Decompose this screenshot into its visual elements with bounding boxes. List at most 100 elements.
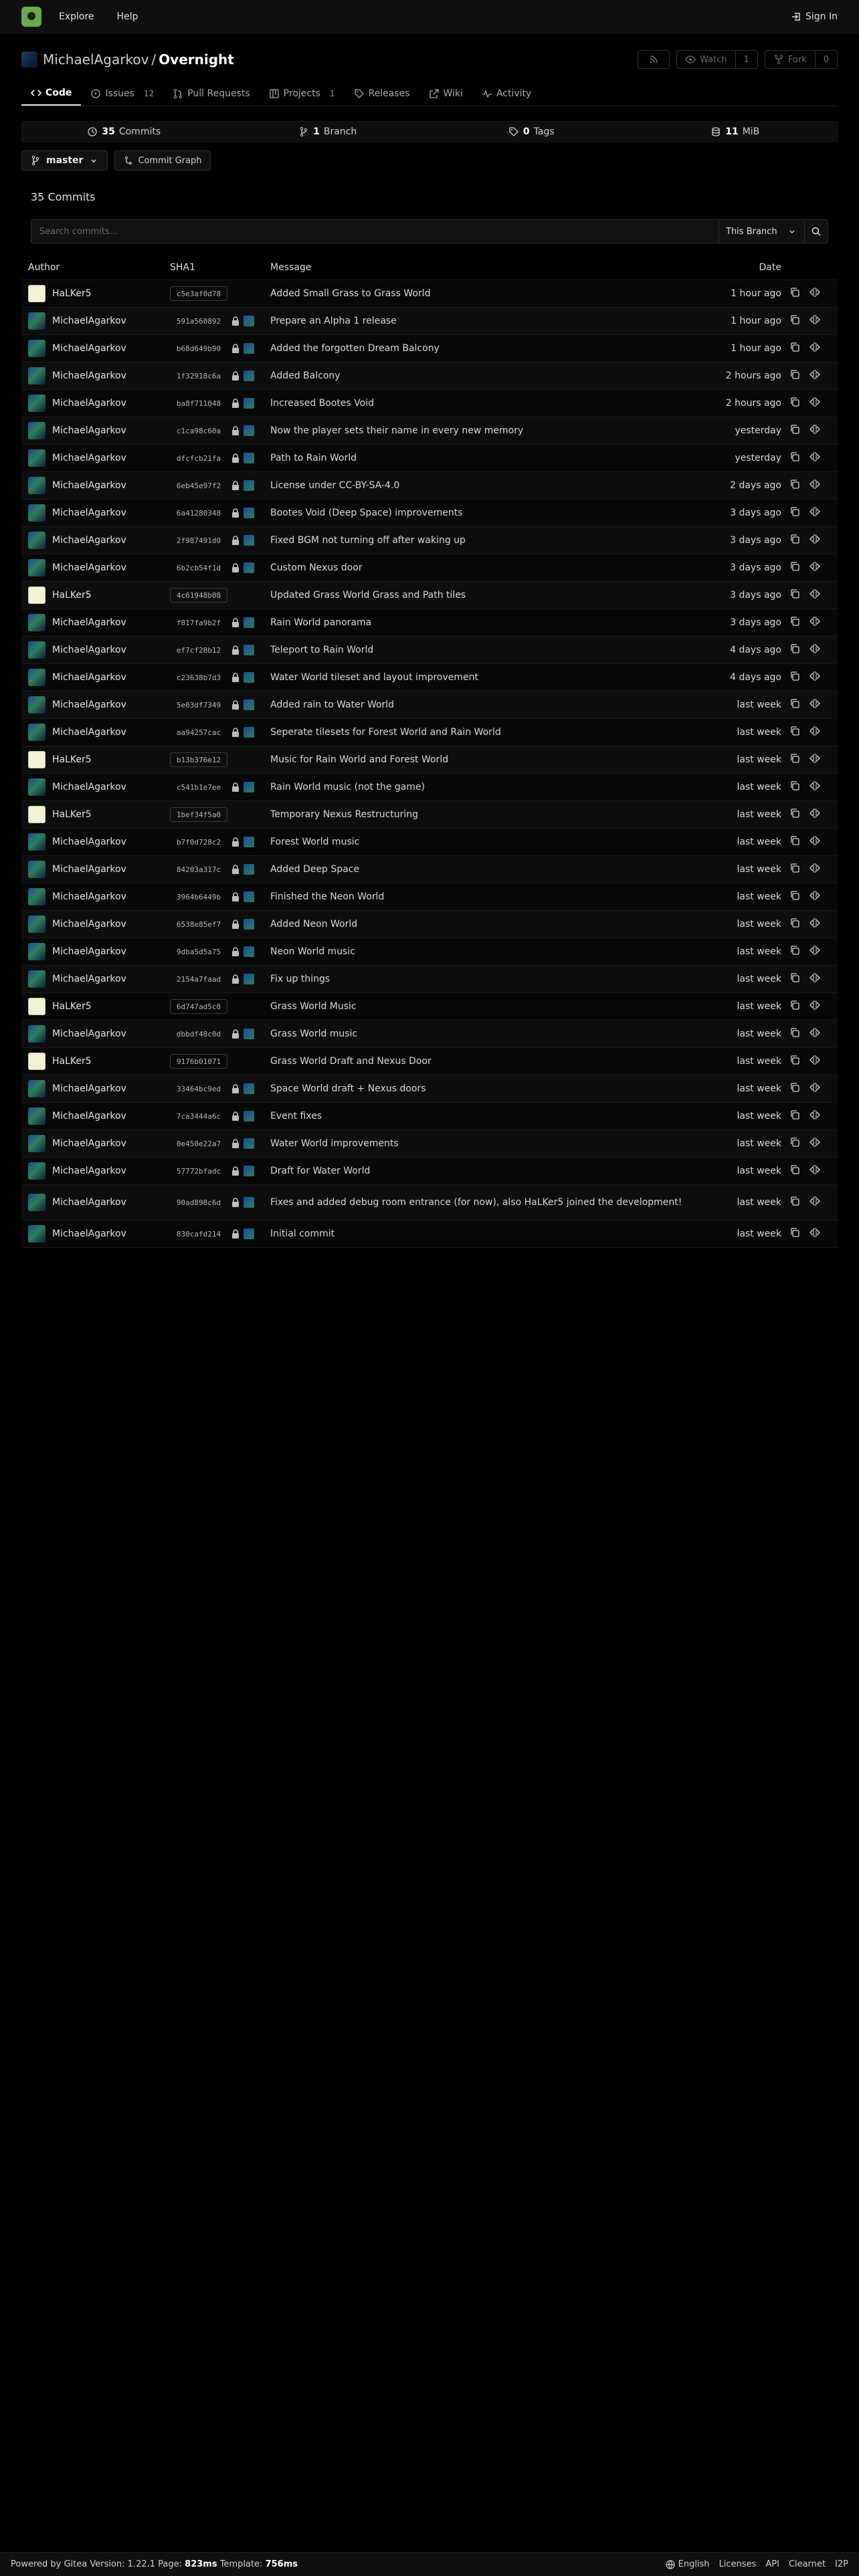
copy-sha-button[interactable] [789, 588, 800, 602]
language-selector[interactable]: English [665, 2559, 710, 2570]
commit-sha-link[interactable]: ba8f711048 [170, 398, 227, 409]
commit-author[interactable]: MichaelAgarkov [21, 1225, 170, 1243]
commit-author[interactable]: MichaelAgarkov [21, 888, 170, 905]
copy-sha-button[interactable] [789, 314, 800, 328]
commit-author[interactable]: MichaelAgarkov [21, 778, 170, 796]
browse-repo-button[interactable] [809, 698, 820, 712]
copy-sha-button[interactable] [789, 1164, 800, 1178]
copy-sha-button[interactable] [789, 698, 800, 712]
search-input[interactable]: Search commits... [31, 220, 719, 243]
commit-message[interactable]: Grass World Draft and Nexus Door [270, 1055, 689, 1067]
commit-author[interactable]: MichaelAgarkov [21, 1107, 170, 1125]
browse-repo-button[interactable] [809, 314, 820, 328]
commit-sha-link[interactable]: f817fa9b2f [170, 617, 227, 629]
copy-sha-button[interactable] [789, 287, 800, 300]
commit-author[interactable]: MichaelAgarkov [21, 504, 170, 522]
tab-projects[interactable]: Projects 1 [260, 82, 345, 106]
browse-repo-button[interactable] [809, 287, 820, 300]
copy-sha-button[interactable] [789, 561, 800, 574]
copy-sha-button[interactable] [789, 1196, 800, 1209]
commit-sha-link[interactable]: dfcfcb21fa [170, 453, 227, 464]
copy-sha-button[interactable] [789, 506, 800, 520]
rss-feed-button[interactable] [638, 50, 670, 69]
copy-sha-button[interactable] [789, 835, 800, 849]
commit-sha-link[interactable]: 90ad898c6d [170, 1197, 227, 1208]
copy-sha-button[interactable] [789, 1227, 800, 1241]
commit-sha-link[interactable]: 5e03df7349 [170, 700, 227, 711]
commit-message[interactable]: Added the forgotten Dream Balcony [270, 342, 689, 354]
copy-sha-button[interactable] [789, 369, 800, 383]
commit-author[interactable]: HaLKer5 [21, 751, 170, 768]
browse-repo-button[interactable] [809, 1055, 820, 1068]
tab-code[interactable]: Code [21, 82, 82, 106]
copy-sha-button[interactable] [789, 863, 800, 876]
commit-message[interactable]: Added Small Grass to Grass World [270, 288, 689, 300]
commit-message[interactable]: Neon World music [270, 946, 689, 958]
copy-sha-button[interactable] [789, 397, 800, 410]
browse-repo-button[interactable] [809, 890, 820, 903]
commit-sha-link[interactable]: 33464bc9ed [170, 1083, 227, 1095]
copy-sha-button[interactable] [789, 342, 800, 355]
commit-message[interactable]: Grass World Music [270, 1000, 689, 1012]
browse-repo-button[interactable] [809, 616, 820, 629]
browse-repo-button[interactable] [809, 1137, 820, 1150]
stat-branches[interactable]: 1 Branch [226, 122, 430, 142]
copy-sha-button[interactable] [789, 918, 800, 931]
copy-sha-button[interactable] [789, 424, 800, 437]
commit-message[interactable]: Space World draft + Nexus doors [270, 1083, 689, 1095]
browse-repo-button[interactable] [809, 835, 820, 849]
commit-sha-link[interactable]: 1bef34f5a0 [170, 807, 227, 822]
browse-repo-button[interactable] [809, 643, 820, 657]
browse-repo-button[interactable] [809, 945, 820, 958]
commit-message[interactable]: Event fixes [270, 1110, 689, 1122]
commit-author[interactable]: MichaelAgarkov [21, 340, 170, 357]
commit-message[interactable]: Added Neon World [270, 918, 689, 930]
commit-sha-link[interactable]: 7ca3444a6c [170, 1111, 227, 1122]
browse-repo-button[interactable] [809, 726, 820, 739]
watch-count[interactable]: 1 [735, 51, 757, 68]
browse-repo-button[interactable] [809, 1082, 820, 1095]
search-button[interactable] [804, 220, 828, 243]
commit-sha-link[interactable]: 84203a317c [170, 864, 227, 875]
commit-message[interactable]: Bootes Void (Deep Space) improvements [270, 507, 689, 519]
copy-sha-button[interactable] [789, 780, 800, 794]
commit-author[interactable]: MichaelAgarkov [21, 312, 170, 330]
clearnet-link[interactable]: Clearnet [789, 2559, 826, 2569]
licenses-link[interactable]: Licenses [719, 2559, 757, 2569]
commit-author[interactable]: MichaelAgarkov [21, 943, 170, 960]
browse-repo-button[interactable] [809, 808, 820, 821]
commit-author[interactable]: MichaelAgarkov [21, 861, 170, 878]
commit-author[interactable]: MichaelAgarkov [21, 477, 170, 494]
commit-author[interactable]: HaLKer5 [21, 586, 170, 604]
i2p-link[interactable]: I2P [835, 2559, 848, 2569]
commit-message[interactable]: Custom Nexus door [270, 562, 689, 574]
commit-sha-link[interactable]: 9dba5d5a75 [170, 946, 227, 958]
commit-author[interactable]: MichaelAgarkov [21, 1162, 170, 1180]
repo-owner-link[interactable]: MichaelAgarkov [43, 51, 149, 68]
copy-sha-button[interactable] [789, 890, 800, 903]
commit-sha-link[interactable]: c5e3af0d78 [170, 286, 227, 301]
commit-author[interactable]: MichaelAgarkov [21, 970, 170, 988]
copy-sha-button[interactable] [789, 1027, 800, 1041]
tab-pull-requests[interactable]: Pull Requests [163, 82, 259, 106]
browse-repo-button[interactable] [809, 1000, 820, 1013]
copy-sha-button[interactable] [789, 1055, 800, 1068]
commit-message[interactable]: Teleport to Rain World [270, 644, 689, 656]
commit-sha-link[interactable]: 6d747ad5c0 [170, 999, 227, 1014]
copy-sha-button[interactable] [789, 1000, 800, 1013]
sign-in-link[interactable]: Sign In [791, 11, 838, 22]
browse-repo-button[interactable] [809, 397, 820, 410]
browse-repo-button[interactable] [809, 780, 820, 794]
commit-author[interactable]: MichaelAgarkov [21, 449, 170, 467]
commit-author[interactable]: MichaelAgarkov [21, 614, 170, 631]
commit-message[interactable]: Finished the Neon World [270, 891, 689, 903]
copy-sha-button[interactable] [789, 1082, 800, 1095]
commit-message[interactable]: Initial commit [270, 1228, 689, 1240]
stat-commits[interactable]: 35 Commits [22, 122, 226, 142]
commit-message[interactable]: Seperate tilesets for Forest World and R… [270, 726, 689, 738]
fork-button[interactable]: Fork [765, 51, 815, 68]
commit-message[interactable]: Draft for Water World [270, 1165, 689, 1177]
tab-releases[interactable]: Releases [345, 82, 419, 106]
commit-message[interactable]: Grass World music [270, 1028, 689, 1040]
copy-sha-button[interactable] [789, 643, 800, 657]
